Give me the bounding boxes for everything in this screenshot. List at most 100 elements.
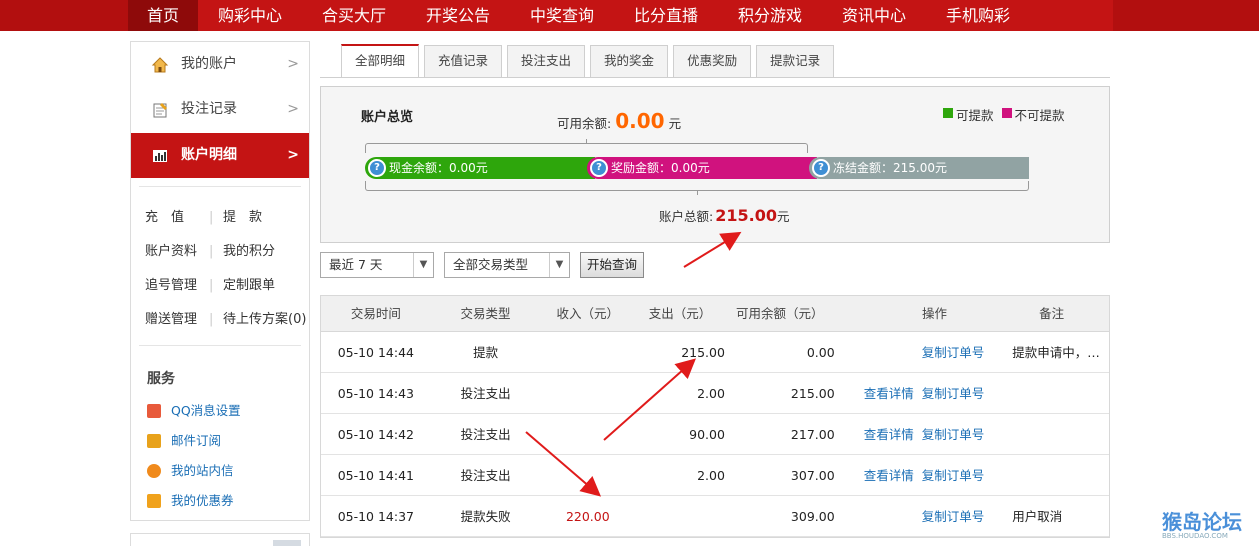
tab-bet-expense[interactable]: 投注支出 <box>507 45 586 77</box>
cell-time: 05-10 14:37 <box>337 509 415 524</box>
account-total: 账户总额: 215.00元 <box>659 206 789 225</box>
copy-order-link[interactable]: 复制订单号 <box>922 427 985 442</box>
sidebar-item-label: 我的账户 <box>181 56 237 72</box>
unit-label: 元 <box>668 116 682 131</box>
column-header: 支出（元） <box>648 306 712 321</box>
cell-income: 220.00 <box>565 509 610 524</box>
cell-note <box>994 414 1109 454</box>
table-header: 交易时间 交易类型 收入（元） 支出（元） 可用余额（元） 操作 备注 <box>321 296 1109 332</box>
cell-expense: 90.00 <box>689 427 725 442</box>
sidebar-bottom-panel <box>130 533 310 546</box>
cell-actions: 复制订单号 <box>835 496 995 536</box>
table-row: 05-10 14:42 投注支出 90.00 217.00 查看详情 复制订单号 <box>321 414 1109 455</box>
cell-balance: 217.00 <box>790 427 835 442</box>
nav-item-prize-check[interactable]: 中奖查询 <box>510 0 614 31</box>
total-label: 账户总额: <box>659 209 714 224</box>
copy-order-link[interactable]: 复制订单号 <box>922 509 985 524</box>
divider: | <box>209 244 214 259</box>
cell-time: 05-10 14:44 <box>337 345 415 360</box>
link-withdraw[interactable]: 提 款 <box>223 201 262 235</box>
period-select[interactable]: 最近 7 天 ▼ <box>320 252 434 278</box>
cell-time: 05-10 14:41 <box>337 468 415 483</box>
top-nav: 首页 购彩中心 合买大厅 开奖公告 中奖查询 比分直播 积分游戏 资讯中心 手机… <box>0 0 1259 31</box>
link-recharge[interactable]: 充 值 <box>145 201 209 235</box>
watermark-logo: 猴岛论坛 BBS.HOUDAO.COM <box>1162 506 1242 540</box>
service-label: 我的站内信 <box>171 463 234 478</box>
start-query-button[interactable]: 开始查询 <box>580 252 645 278</box>
chevron-down-icon: ▼ <box>413 253 433 277</box>
available-value: 0.00 <box>615 109 665 133</box>
link-chase-management[interactable]: 追号管理 <box>145 269 209 303</box>
link-pending-upload[interactable]: 待上传方案(0) <box>223 303 306 337</box>
transaction-type-select[interactable]: 全部交易类型 ▼ <box>444 252 570 278</box>
nav-item-draw-results[interactable]: 开奖公告 <box>406 0 510 31</box>
question-icon[interactable]: ? <box>812 159 830 177</box>
cash-balance-label: 现金余额：0.00元 <box>389 161 488 175</box>
total-value: 215.00 <box>715 206 777 225</box>
service-inbox[interactable]: 我的站内信 <box>131 456 309 486</box>
sidebar-item-my-account[interactable]: 我的账户 > <box>131 42 309 87</box>
overview-title: 账户总览 <box>361 110 414 125</box>
sidebar-link-row: 账户资料 | 我的积分 <box>145 235 309 269</box>
divider: | <box>209 210 214 225</box>
cell-type: 投注支出 <box>460 386 511 401</box>
sidebar-item-label: 投注记录 <box>181 101 237 117</box>
sidebar: 我的账户 > 投注记录 > 账户明细 > 充 值 | 提 款 账户资料 | 我的… <box>130 41 310 546</box>
tab-withdraw-records[interactable]: 提款记录 <box>756 45 835 77</box>
cell-type: 提款失败 <box>460 509 511 524</box>
cell-type: 投注支出 <box>460 468 511 483</box>
view-details-link[interactable]: 查看详情 <box>864 386 914 401</box>
nav-item-lottery-center[interactable]: 购彩中心 <box>198 0 302 31</box>
view-details-link[interactable]: 查看详情 <box>864 468 914 483</box>
cell-income <box>540 373 635 413</box>
view-details-link[interactable]: 查看详情 <box>864 427 914 442</box>
tab-all-details[interactable]: 全部明细 <box>341 44 420 77</box>
chat-icon <box>147 464 161 478</box>
nav-item-news[interactable]: 资讯中心 <box>822 0 926 31</box>
tab-recharge-records[interactable]: 充值记录 <box>424 45 503 77</box>
nav-item-live-score[interactable]: 比分直播 <box>614 0 718 31</box>
nav-item-points-games[interactable]: 积分游戏 <box>718 0 822 31</box>
unit-label: 元 <box>776 209 790 224</box>
question-icon[interactable]: ? <box>590 159 608 177</box>
link-gift-management[interactable]: 赠送管理 <box>145 303 209 337</box>
service-coupons[interactable]: 我的优惠券 <box>131 486 309 516</box>
bracket-tick <box>586 139 587 144</box>
sidebar-item-bet-records[interactable]: 投注记录 > <box>131 87 309 132</box>
chevron-right-icon: > <box>287 101 299 117</box>
service-email-subscribe[interactable]: 邮件订阅 <box>131 426 309 456</box>
speaker-icon <box>147 404 161 418</box>
column-header: 可用余额（元） <box>736 306 824 321</box>
link-account-profile[interactable]: 账户资料 <box>145 235 209 269</box>
service-label: 邮件订阅 <box>171 433 222 448</box>
sidebar-link-row: 赠送管理 | 待上传方案(0) <box>145 303 309 337</box>
service-qq-settings[interactable]: QQ消息设置 <box>131 396 309 426</box>
bonus-balance-bar: ? 奖励金额：0.00元 <box>587 157 817 179</box>
tab-my-prize[interactable]: 我的奖金 <box>590 45 669 77</box>
link-custom-follow[interactable]: 定制跟单 <box>223 269 275 303</box>
copy-order-link[interactable]: 复制订单号 <box>922 386 985 401</box>
cell-balance: 307.00 <box>790 468 835 483</box>
service-label: 我的优惠券 <box>171 493 234 508</box>
gift-icon <box>147 494 161 508</box>
watermark-title: 猴岛论坛 <box>1162 510 1242 534</box>
link-my-points[interactable]: 我的积分 <box>223 235 275 269</box>
legend: 可提款 不可提款 <box>943 105 1073 124</box>
cell-income <box>540 332 635 372</box>
nav-item-group-buy[interactable]: 合买大厅 <box>302 0 406 31</box>
sidebar-item-account-details[interactable]: 账户明细 > <box>131 133 309 178</box>
bar-chart-icon <box>153 150 167 162</box>
nav-item-home[interactable]: 首页 <box>128 0 198 31</box>
nav-item-mobile[interactable]: 手机购彩 <box>926 0 1030 31</box>
tab-promo-rewards[interactable]: 优惠奖励 <box>673 45 752 77</box>
cell-expense <box>635 496 725 536</box>
cell-type: 投注支出 <box>460 427 511 442</box>
legend-swatch-green <box>943 108 953 118</box>
column-header: 交易时间 <box>350 306 401 321</box>
question-icon[interactable]: ? <box>368 159 386 177</box>
bracket-top <box>365 139 808 153</box>
filter-bar: 最近 7 天 ▼ 全部交易类型 ▼ 开始查询 <box>320 252 645 278</box>
copy-order-link[interactable]: 复制订单号 <box>922 345 985 360</box>
scroll-tab[interactable] <box>273 540 301 546</box>
copy-order-link[interactable]: 复制订单号 <box>922 468 985 483</box>
